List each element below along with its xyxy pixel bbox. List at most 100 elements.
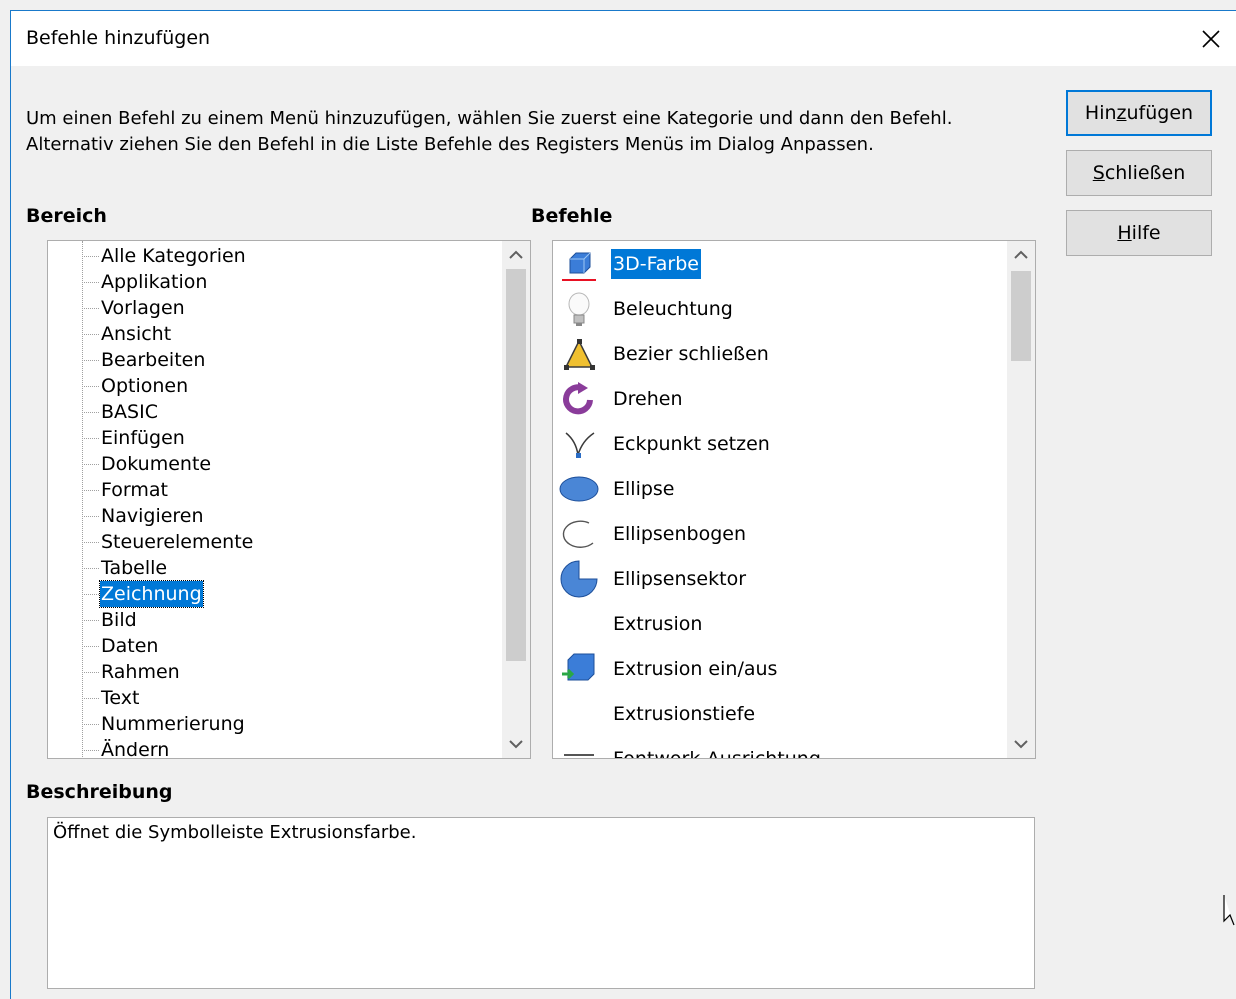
tree-branch-line (82, 490, 99, 491)
tree-branch-line (82, 698, 99, 699)
category-item[interactable]: Dokumente (100, 451, 212, 477)
category-item[interactable]: Bild (100, 607, 138, 633)
category-item[interactable]: Optionen (100, 373, 189, 399)
bezier-close-icon (557, 334, 601, 374)
beschreibung-label: Beschreibung (26, 781, 173, 803)
tree-branch-line (82, 724, 99, 725)
category-item[interactable]: Vorlagen (100, 295, 186, 321)
command-item[interactable]: 3D-Farbe (553, 242, 1003, 287)
help-button-label: Hilfe (1117, 222, 1161, 244)
add-commands-dialog: Befehle hinzufügen Um einen Befehl zu ei… (10, 10, 1236, 999)
ellipse-arc-icon (557, 514, 601, 554)
tree-branch-line (82, 308, 99, 309)
category-item[interactable]: Zeichnung (99, 580, 204, 608)
tree-branch-line (82, 646, 99, 647)
scroll-up-button[interactable] (1007, 241, 1035, 269)
tree-branch-line (82, 464, 99, 465)
cube-icon (557, 244, 601, 284)
close-dialog-button[interactable]: Schließen (1066, 150, 1212, 196)
command-label: Ellipsensektor (613, 568, 747, 590)
category-item[interactable]: Bearbeiten (100, 347, 206, 373)
command-item[interactable]: Eckpunkt setzen (553, 422, 1003, 467)
category-item[interactable]: Navigieren (100, 503, 205, 529)
category-item[interactable]: Einfügen (100, 425, 186, 451)
tree-guide-line (82, 241, 83, 758)
category-item[interactable]: Ändern (100, 737, 170, 758)
commands-scrollbar[interactable] (1007, 241, 1035, 758)
add-button[interactable]: Hinzufügen (1066, 90, 1212, 136)
corner-point-icon (557, 424, 601, 464)
category-item[interactable]: Nummerierung (100, 711, 246, 737)
command-label: Drehen (613, 388, 683, 410)
fontwork-align-icon (557, 739, 601, 758)
category-item[interactable]: Format (100, 477, 169, 503)
tree-branch-line (82, 282, 99, 283)
befehle-label: Befehle (531, 205, 613, 227)
command-item[interactable]: Drehen (553, 377, 1003, 422)
tree-branch-line (82, 542, 99, 543)
close-icon (1202, 29, 1220, 48)
intro-line-1: Um einen Befehl zu einem Menü hinzuzufüg… (26, 108, 953, 129)
command-item[interactable]: Extrusionstiefe (553, 692, 1003, 737)
category-item[interactable]: Daten (100, 633, 159, 659)
close-button-label: Schließen (1092, 162, 1186, 184)
scroll-down-button[interactable] (1007, 730, 1035, 758)
ellipse-icon (557, 469, 601, 509)
bereich-label: Bereich (26, 205, 107, 227)
command-label: Extrusion (613, 613, 703, 635)
category-item[interactable]: BASIC (100, 399, 159, 425)
mouse-cursor-icon (1223, 895, 1235, 926)
add-button-label: Hinzufügen (1084, 102, 1194, 124)
command-label: Ellipsenbogen (613, 523, 747, 545)
command-label: Extrusionstiefe (613, 703, 756, 725)
category-scrollbar[interactable] (502, 241, 530, 758)
category-item[interactable]: Steuerelemente (100, 529, 254, 555)
command-item[interactable]: Beleuchtung (553, 287, 1003, 332)
scroll-up-button[interactable] (502, 241, 530, 269)
description-text: Öffnet die Symbolleiste Extrusionsfarbe. (53, 822, 417, 843)
commands-list[interactable]: 3D-Farbe Beleuchtung Bezier schließen Drehe… (552, 240, 1036, 759)
category-item[interactable]: Applikation (100, 269, 208, 295)
chevron-down-icon (1014, 740, 1028, 749)
command-item[interactable]: Ellipse (553, 467, 1003, 512)
category-item[interactable]: Rahmen (100, 659, 181, 685)
category-item[interactable]: Tabelle (100, 555, 168, 581)
close-button[interactable] (1186, 11, 1236, 66)
tree-branch-line (82, 750, 99, 751)
rotate-icon (557, 379, 601, 419)
scrollbar-thumb[interactable] (1011, 271, 1031, 361)
command-item[interactable]: Ellipsensektor (553, 557, 1003, 602)
command-item[interactable]: Bezier schließen (553, 332, 1003, 377)
intro-line-2: Alternativ ziehen Sie den Befehl in die … (26, 134, 874, 155)
dialog-title: Befehle hinzufügen (26, 27, 211, 49)
command-label: Eckpunkt setzen (613, 433, 770, 455)
help-button[interactable]: Hilfe (1066, 210, 1212, 256)
scrollbar-thumb[interactable] (506, 269, 526, 661)
chevron-down-icon (509, 740, 523, 749)
tree-branch-line (82, 256, 99, 257)
tree-branch-line (82, 594, 99, 595)
command-item[interactable]: Extrusion (553, 602, 1003, 647)
category-tree[interactable]: Alle Kategorien Applikation Vorlagen Ansich… (47, 240, 531, 759)
chevron-up-icon (509, 250, 523, 259)
scroll-down-button[interactable] (502, 730, 530, 758)
command-item[interactable]: Extrusion ein/aus (553, 647, 1003, 692)
tree-branch-line (82, 412, 99, 413)
intro-text: Um einen Befehl zu einem Menü hinzuzufüg… (26, 106, 952, 158)
command-item[interactable]: Ellipsenbogen (553, 512, 1003, 557)
category-item[interactable]: Alle Kategorien (100, 243, 247, 269)
tree-branch-line (82, 672, 99, 673)
tree-branch-line (82, 438, 99, 439)
command-label: Extrusion ein/aus (613, 658, 778, 680)
tree-branch-line (82, 386, 99, 387)
tree-branch-line (82, 568, 99, 569)
category-item[interactable]: Ansicht (100, 321, 172, 347)
tree-branch-line (82, 620, 99, 621)
category-item[interactable]: Text (100, 685, 140, 711)
description-box: Öffnet die Symbolleiste Extrusionsfarbe. (47, 817, 1035, 989)
title-bar: Befehle hinzufügen (11, 11, 1236, 66)
tree-branch-line (82, 360, 99, 361)
tree-branch-line (82, 516, 99, 517)
command-item[interactable]: Fontwork-Ausrichtung (553, 737, 1003, 758)
tree-branch-line (82, 334, 99, 335)
